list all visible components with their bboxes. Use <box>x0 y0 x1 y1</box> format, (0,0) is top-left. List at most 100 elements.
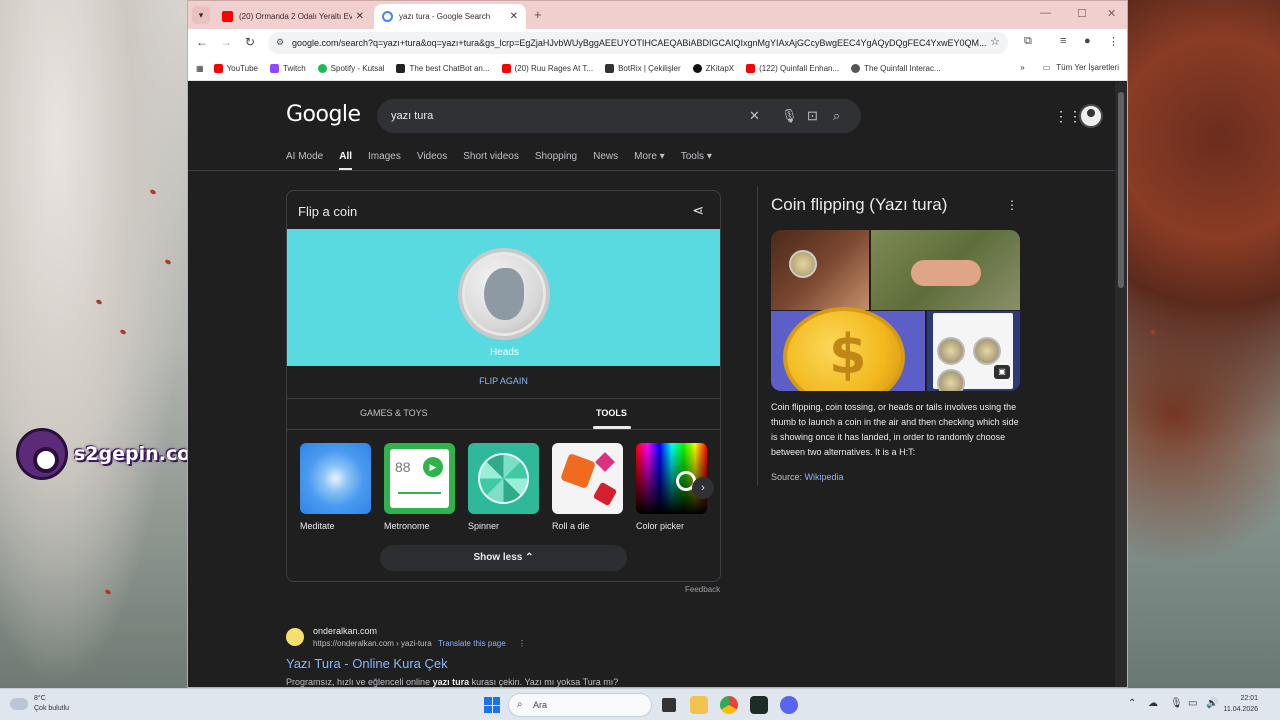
translate-link[interactable]: Translate this page <box>438 639 506 648</box>
search-input[interactable]: yazı tura ✕ 🎙 ⊡ ⌕ <box>377 99 861 133</box>
media-controls-icon[interactable]: ≡ <box>1060 35 1066 47</box>
bookmark-item[interactable]: (20) Ruu Rages At T... <box>501 64 593 73</box>
source-label: Source: <box>771 472 803 482</box>
clock-time: 22:01 <box>1240 695 1258 702</box>
knowledge-panel-images[interactable]: ▣ <box>771 230 1020 391</box>
clear-search-icon[interactable]: ✕ <box>749 108 760 124</box>
address-bar[interactable]: ⚙ google.com/search?q=yazı+tura&oq=yazı+… <box>268 32 1008 54</box>
task-view-icon[interactable] <box>662 698 676 712</box>
carousel-next-icon[interactable]: › <box>692 477 714 499</box>
tab-shopping[interactable]: Shopping <box>535 151 577 171</box>
coin-app-image[interactable]: ▣ <box>927 311 1020 391</box>
tab-all[interactable]: All <box>339 151 353 171</box>
tab-title: yazı tura - Google Search <box>399 12 491 21</box>
share-icon[interactable]: ⋖ <box>692 202 704 219</box>
bookmark-item[interactable]: The best ChatBot an... <box>396 64 490 73</box>
feedback-link[interactable]: Feedback <box>685 585 720 594</box>
bookmark-item[interactable]: (122) Quinfall Enhan... <box>746 64 839 73</box>
wallpaper-tree-right <box>1128 0 1280 690</box>
weather-widget[interactable]: 8°C Çok bulutlu <box>10 694 69 714</box>
kick-app-icon[interactable] <box>750 696 768 714</box>
dice-icon <box>552 443 623 514</box>
tool-meditate[interactable]: Meditate <box>300 443 371 531</box>
forward-icon[interactable]: → <box>218 35 234 49</box>
tab-tools[interactable]: Tools ▾ <box>681 151 712 171</box>
tab-youtube[interactable]: (20) Ormanda 2 Odalı Yeraltı Ev ✕ <box>214 4 372 29</box>
tool-spinner[interactable]: Spinner <box>468 443 539 531</box>
maximize-icon[interactable]: ☐ <box>1077 7 1087 20</box>
site-info-icon[interactable]: ⚙ <box>276 37 284 48</box>
extensions-icon[interactable]: ⧉ <box>1024 35 1032 48</box>
close-tab-icon[interactable]: ✕ <box>510 11 518 22</box>
result-more-icon[interactable]: ⋮ <box>518 639 526 648</box>
bookmark-star-icon[interactable]: ☆ <box>990 35 1000 48</box>
tab-images[interactable]: Images <box>368 151 401 171</box>
tab-tools-section[interactable]: TOOLS <box>596 408 627 418</box>
volume-icon[interactable]: 🔊 <box>1206 698 1218 709</box>
tab-videos[interactable]: Videos <box>417 151 447 171</box>
close-tab-icon[interactable]: ✕ <box>356 11 364 22</box>
tab-short-videos[interactable]: Short videos <box>463 151 519 171</box>
wallpaper-tree-left <box>0 0 190 690</box>
discord-icon[interactable] <box>780 696 798 714</box>
result-title-link[interactable]: Yazı Tura - Online Kura Çek <box>286 656 448 671</box>
bookmark-item[interactable]: The Quinfall Interac... <box>851 64 941 73</box>
tray-expand-icon[interactable]: ⌃ <box>1128 698 1136 709</box>
coin-thumb-image[interactable] <box>771 230 869 310</box>
browser-menu-icon[interactable]: ⋮ <box>1108 35 1119 48</box>
result-site-name[interactable]: onderalkan.com <box>313 626 377 636</box>
profile-icon[interactable]: ● <box>1084 35 1091 47</box>
metronome-bpm: 88 <box>395 459 411 475</box>
account-avatar[interactable] <box>1079 104 1103 128</box>
all-bookmarks-link[interactable]: Tüm Yer İşaretleri <box>1056 63 1119 72</box>
play-icon: ▶ <box>423 457 443 477</box>
wikipedia-link[interactable]: Wikipedia <box>805 472 844 482</box>
tool-metronome[interactable]: 88 ▶ Metronome <box>384 443 455 531</box>
coin-hand-image[interactable] <box>871 230 1020 310</box>
kp-more-icon[interactable]: ⋮ <box>1006 198 1018 212</box>
bookmark-item[interactable]: Spotify - Kutsal <box>317 64 384 73</box>
network-icon[interactable]: ▭ <box>1188 698 1197 709</box>
tab-games-toys[interactable]: GAMES & TOYS <box>360 408 428 418</box>
coin-result: Heads <box>490 347 519 358</box>
bookmarks-overflow-button[interactable]: » <box>1020 63 1024 72</box>
tab-news[interactable]: News <box>593 151 618 171</box>
cloud-icon <box>10 698 28 710</box>
tab-more[interactable]: More ▾ <box>634 151 665 171</box>
show-less-button[interactable]: Show less ⌃ <box>380 545 627 571</box>
bookmark-item[interactable]: BotRix | Çekilişler <box>605 64 681 73</box>
gold-coin-image[interactable] <box>771 307 925 391</box>
search-icon[interactable]: ⌕ <box>833 108 840 124</box>
tool-label: Roll a die <box>552 521 590 531</box>
bookmark-item[interactable]: YouTube <box>213 64 258 73</box>
tool-roll-a-die[interactable]: Roll a die <box>552 443 623 531</box>
bookmark-item[interactable]: ZKitapX <box>692 64 734 73</box>
minimize-icon[interactable]: — <box>1040 7 1051 19</box>
new-tab-button[interactable]: + <box>534 7 542 22</box>
knowledge-panel-title: Coin flipping (Yazı tura) <box>771 195 948 214</box>
tab-google-search[interactable]: yazı tura - Google Search ✕ <box>374 4 526 29</box>
chrome-icon[interactable] <box>720 696 738 714</box>
tab-search-button[interactable]: ▾ <box>192 6 210 24</box>
page-scrollbar[interactable] <box>1115 82 1127 687</box>
taskbar-clock[interactable]: 22:01 11.04.2026 <box>1223 693 1258 715</box>
lens-search-icon[interactable]: ⊡ <box>807 108 818 124</box>
flip-again-button[interactable]: FLIP AGAIN <box>287 376 720 386</box>
apps-grid-icon[interactable]: ▦ <box>196 64 204 73</box>
google-logo[interactable]: Google <box>286 102 361 127</box>
taskbar-search[interactable]: ⌕ Ara <box>508 693 652 717</box>
tab-ai-mode[interactable]: AI Mode <box>286 151 323 171</box>
more-images-icon[interactable]: ▣ <box>994 365 1010 379</box>
file-explorer-icon[interactable] <box>690 696 708 714</box>
start-button-icon[interactable] <box>484 697 500 713</box>
scrollbar-thumb[interactable] <box>1118 92 1124 288</box>
cloud-sync-icon[interactable]: ☁ <box>1148 698 1158 709</box>
youtube-icon <box>213 64 223 73</box>
close-window-icon[interactable]: ✕ <box>1107 7 1116 20</box>
bookmark-item[interactable]: Twitch <box>270 64 306 73</box>
voice-search-icon[interactable]: 🎙 <box>781 108 798 124</box>
coin-display[interactable]: Heads <box>287 229 720 366</box>
microphone-icon[interactable]: 🎙 <box>1170 698 1183 709</box>
reload-icon[interactable]: ↻ <box>242 35 258 49</box>
back-icon[interactable]: ← <box>194 35 210 49</box>
